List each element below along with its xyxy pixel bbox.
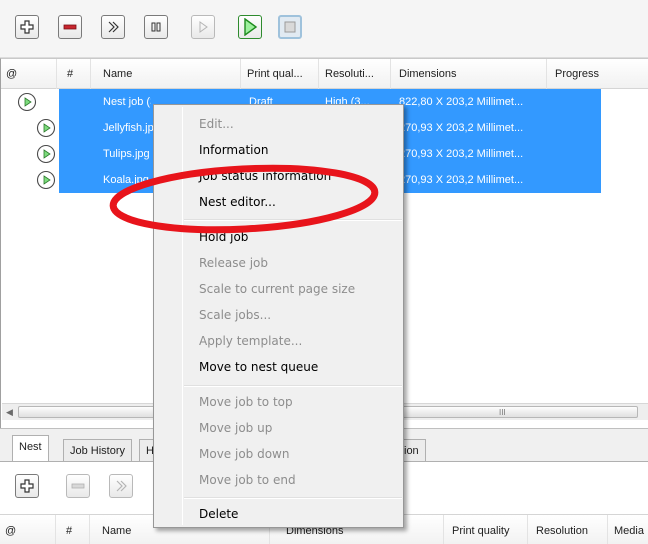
row-name: Jellyfish.jp (103, 122, 153, 134)
tab-job-history[interactable]: Job History (63, 439, 133, 461)
pause-button[interactable] (144, 15, 168, 39)
col-at[interactable]: @ (0, 515, 56, 544)
menu-item-scale-to-page[interactable]: Scale to current page size (199, 278, 355, 300)
scroll-grip: III (499, 408, 506, 417)
col-media[interactable]: Media (608, 515, 648, 544)
remove-icon (71, 483, 85, 489)
menu-item-information[interactable]: Information (199, 139, 268, 161)
col-dimensions[interactable]: Dimensions (391, 59, 547, 89)
menu-item-move-to-end[interactable]: Move job to end (199, 469, 296, 491)
add-icon (20, 20, 34, 34)
skip-icon (108, 21, 119, 33)
remove-job-button[interactable] (58, 15, 82, 39)
add-job-button[interactable] (15, 15, 39, 39)
context-menu: Edit... Information Job status informati… (153, 104, 404, 528)
nest-add-button[interactable] (15, 474, 39, 498)
menu-item-scale-jobs[interactable]: Scale jobs... (199, 304, 271, 326)
row-name: Tulips.jpg (103, 148, 150, 160)
col-number[interactable]: # (56, 515, 90, 544)
main-toolbar (0, 0, 648, 58)
tab-nest[interactable]: Nest (12, 435, 49, 462)
col-name[interactable]: Name (91, 59, 241, 89)
col-resolution[interactable]: Resolution (528, 515, 608, 544)
row-dimensions: 822,80 X 203,2 Millimet... (399, 96, 524, 108)
menu-item-move-up[interactable]: Move job up (199, 417, 272, 439)
nest-skip-button[interactable] (109, 474, 133, 498)
row-name: Koala.jpg (103, 174, 149, 186)
stop-icon (284, 21, 296, 33)
menu-gutter (182, 107, 183, 525)
skip-icon (116, 480, 127, 492)
menu-item-release-job[interactable]: Release job (199, 252, 268, 274)
menu-item-nest-editor[interactable]: Nest editor... (199, 191, 276, 213)
menu-separator (184, 219, 402, 221)
menu-item-edit[interactable]: Edit... (199, 113, 234, 135)
menu-item-move-down[interactable]: Move job down (199, 443, 289, 465)
remove-icon (63, 24, 77, 30)
play-green-icon (244, 18, 258, 36)
play-status-icon (36, 170, 56, 190)
col-print-quality[interactable]: Print qual... (241, 59, 319, 89)
col-at[interactable]: @ (1, 59, 57, 89)
menu-item-apply-template[interactable]: Apply template... (199, 330, 302, 352)
play-status-icon (36, 118, 56, 138)
menu-item-hold-job[interactable]: Hold job (199, 226, 248, 248)
menu-separator (184, 385, 402, 387)
col-resolution[interactable]: Resoluti... (319, 59, 391, 89)
col-print-quality[interactable]: Print quality (444, 515, 528, 544)
col-progress[interactable]: Progress (547, 59, 648, 89)
menu-item-delete[interactable]: Delete (199, 503, 238, 525)
menu-item-move-to-nest-queue[interactable]: Move to nest queue (199, 356, 318, 378)
skip-button[interactable] (101, 15, 125, 39)
row-name: Nest job (3) (103, 96, 151, 108)
play-status-icon (36, 144, 56, 164)
row-dimensions: 270,93 X 203,2 Millimet... (399, 174, 524, 186)
menu-item-move-to-top[interactable]: Move job to top (199, 391, 293, 413)
row-dimensions: 270,93 X 203,2 Millimet... (399, 148, 524, 160)
play-status-icon (17, 92, 37, 112)
stop-button[interactable] (278, 15, 302, 39)
menu-item-job-status-information[interactable]: Job status information (199, 165, 331, 187)
row-dimensions: 270,93 X 203,2 Millimet... (399, 122, 524, 134)
col-number[interactable]: # (57, 59, 91, 89)
nest-remove-button[interactable] (66, 474, 90, 498)
scroll-left-icon[interactable]: ◀ (6, 407, 16, 417)
play-disabled-icon (199, 21, 208, 33)
pause-icon (151, 22, 161, 32)
play-disabled-button[interactable] (191, 15, 215, 39)
add-icon (20, 479, 34, 493)
start-button[interactable] (238, 15, 262, 39)
job-list-header: @ # Name Print qual... Resoluti... Dimen… (1, 59, 648, 89)
menu-separator (184, 497, 402, 499)
